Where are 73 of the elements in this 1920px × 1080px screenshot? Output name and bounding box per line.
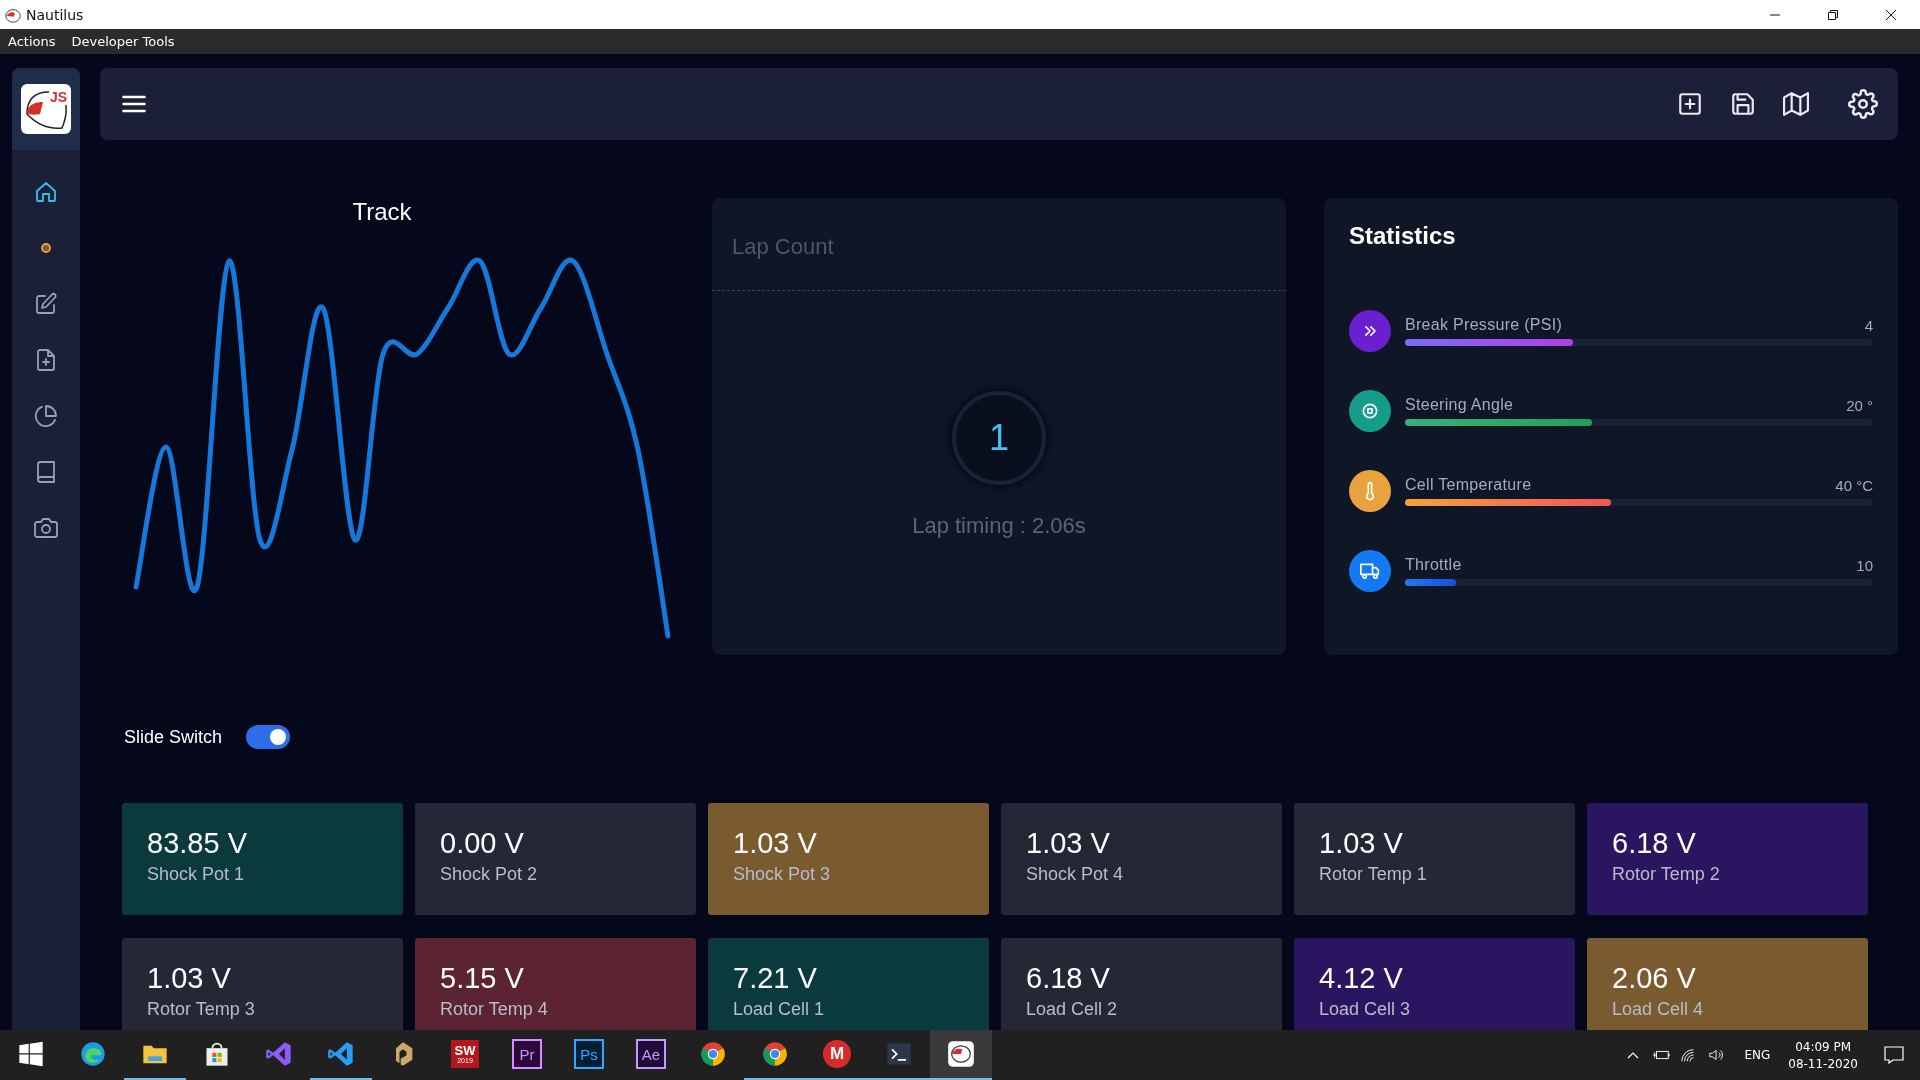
windows-icon	[17, 1040, 45, 1068]
card-title: Statistics	[1349, 222, 1457, 250]
stat-value: 40 °C	[1835, 477, 1873, 494]
menu-item[interactable]: Developer Tools	[71, 34, 175, 49]
sensor-value: 1.03 V	[733, 827, 818, 860]
taskbar-app[interactable]	[930, 1030, 992, 1080]
sensor-value: 6.18 V	[1026, 962, 1111, 995]
sensor-label: Shock Pot 3	[733, 864, 832, 885]
sensor-label: Load Cell 2	[1026, 999, 1119, 1020]
settings-icon[interactable]	[1848, 89, 1878, 119]
taskbar-app[interactable]: Ps	[558, 1030, 620, 1080]
file-plus-icon[interactable]	[34, 348, 58, 372]
home-icon[interactable]	[34, 180, 58, 204]
app-tile-icon: Ae	[636, 1039, 666, 1069]
map-icon[interactable]	[1783, 91, 1809, 117]
edit-icon[interactable]	[34, 292, 58, 316]
lap-counter: 1	[952, 391, 1046, 485]
sensor-label: Rotor Temp 1	[1319, 864, 1428, 885]
switch-label: Slide Switch	[124, 726, 223, 748]
sensor-label: Load Cell 4	[1612, 999, 1705, 1020]
code-editor-icon	[327, 1040, 355, 1068]
logo-text: JS	[48, 89, 68, 105]
lap-timing: Lap timing : 2.06s	[912, 513, 1086, 539]
sensor-value: 1.03 V	[147, 962, 232, 995]
taskbar-app[interactable]: Ae	[620, 1030, 682, 1080]
stat-value: 4	[1864, 317, 1873, 334]
stat-label: Steering Angle	[1405, 396, 1514, 414]
stat-label: Cell Temperature	[1405, 476, 1532, 494]
add-square-icon[interactable]	[1677, 91, 1703, 117]
sensor-value: 7.21 V	[733, 962, 818, 995]
sensor-label: Rotor Temp 4	[440, 999, 549, 1020]
book-icon[interactable]	[34, 460, 58, 484]
language-indicator[interactable]: ENG	[1744, 1048, 1771, 1062]
sensor-value: 2.06 V	[1612, 962, 1697, 995]
sensor-label: Rotor Temp 3	[147, 999, 256, 1020]
save-icon[interactable]	[1730, 91, 1756, 117]
stat-value: 10	[1856, 557, 1873, 574]
menu-item[interactable]: Actions	[8, 34, 56, 49]
notification-icon[interactable]	[1882, 1043, 1906, 1067]
toggle-switch[interactable]	[246, 725, 291, 749]
clock-date[interactable]: 08-11-2020	[1788, 1056, 1858, 1071]
camera-icon[interactable]	[34, 516, 58, 540]
sensor-value: 6.18 V	[1612, 827, 1697, 860]
taskbar-app[interactable]: Pr	[496, 1030, 558, 1080]
sensor-label: Load Cell 1	[733, 999, 826, 1020]
stat-label: Break Pressure (PSI)	[1405, 316, 1563, 334]
sensor-value: 4.12 V	[1319, 962, 1404, 995]
sensor-value: 0.00 V	[440, 827, 525, 860]
sensor-value: 5.15 V	[440, 962, 525, 995]
app-tile-icon: Ps	[574, 1039, 604, 1069]
card-title: Lap Count	[731, 233, 835, 261]
taskbar-app[interactable]: M	[806, 1030, 868, 1080]
sensor-label: Rotor Temp 2	[1612, 864, 1721, 885]
pie-chart-icon[interactable]	[34, 404, 58, 428]
app-tile-icon: Pr	[512, 1039, 542, 1069]
sensor-label: Shock Pot 2	[440, 864, 539, 885]
app-tile-icon: M	[823, 1040, 851, 1068]
helmet-icon	[947, 1040, 975, 1068]
browser-icon	[761, 1040, 789, 1068]
helmet-drawing	[25, 91, 67, 129]
clock-time[interactable]: 04:09 PM	[1795, 1039, 1852, 1054]
stat-label: Throttle	[1405, 556, 1462, 574]
sensor-label: Shock Pot 1	[147, 864, 246, 885]
sensor-value: 1.03 V	[1319, 827, 1404, 860]
sensor-label: Load Cell 3	[1319, 999, 1412, 1020]
swirl-icon	[79, 1040, 107, 1068]
track-title: Track	[352, 198, 412, 226]
stat-value: 20 °	[1846, 397, 1873, 414]
sensor-value: 1.03 V	[1026, 827, 1111, 860]
sensor-value: 83.85 V	[147, 827, 248, 860]
window-title: Nautilus	[26, 6, 84, 23]
sensor-label: Shock Pot 4	[1026, 864, 1125, 885]
browser-icon	[699, 1040, 727, 1068]
